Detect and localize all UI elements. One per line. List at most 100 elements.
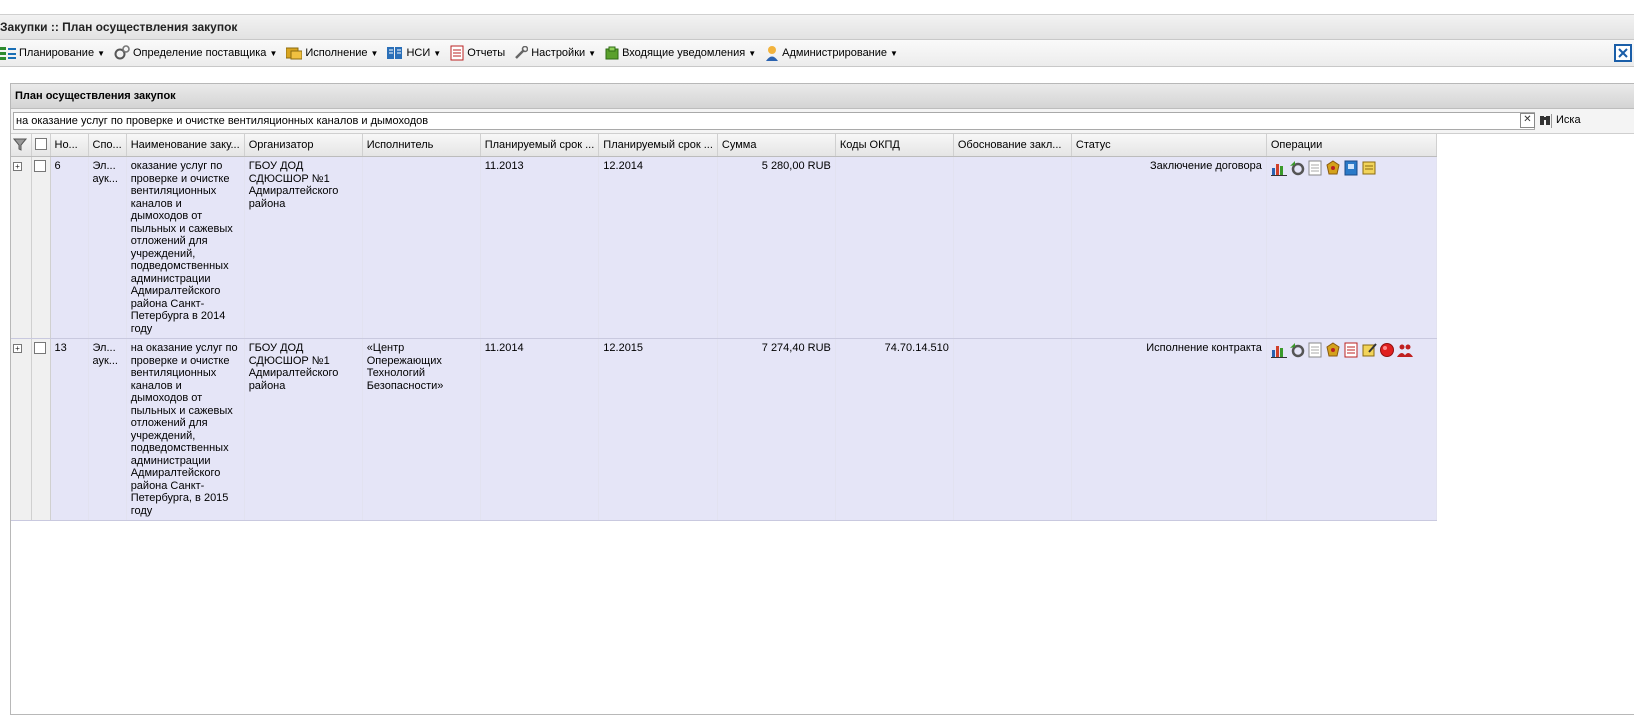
cell-status: Заключение договора xyxy=(1071,156,1267,339)
row-checkbox-cell xyxy=(31,156,51,339)
cell-number: 13 xyxy=(50,338,89,521)
caret-down-icon: ▼ xyxy=(370,48,379,58)
search-bar: ✕ Иска xyxy=(11,109,1634,134)
cell-operations xyxy=(1266,156,1437,339)
cell-planned-end: 12.2014 xyxy=(598,156,718,339)
column-header-okpd[interactable]: Коды ОКПД xyxy=(835,134,954,157)
gear-refresh-icon[interactable] xyxy=(1289,160,1305,176)
scroll-icon[interactable] xyxy=(1361,160,1377,176)
document-icon[interactable] xyxy=(1307,160,1323,176)
column-header-planned-end[interactable]: Планируемый срок ... xyxy=(598,134,718,157)
edit-scroll-icon[interactable] xyxy=(1361,342,1377,358)
search-separator xyxy=(1551,114,1552,128)
menu-label: НСИ xyxy=(406,47,431,59)
row-expander-cell: + xyxy=(11,338,32,521)
top-strip xyxy=(0,0,1634,15)
cell-name: на оказание услуг по проверке и очистке … xyxy=(126,338,245,521)
cell-name: оказание услуг по проверке и очистке вен… xyxy=(126,156,245,339)
menu-label: Определение поставщика xyxy=(133,47,267,59)
select-all-header[interactable] xyxy=(31,134,51,157)
cell-organizer: ГБОУ ДОД СДЮСШОР №1 Адмиралтейского райо… xyxy=(244,156,363,339)
table-row[interactable]: + 13 Эл... аук... на оказание услуг по п… xyxy=(11,338,1437,521)
app-title: Закупки :: План осуществления закупок xyxy=(0,15,1634,40)
cell-okpd xyxy=(835,156,954,339)
caret-down-icon: ▼ xyxy=(890,48,898,58)
cell-executor xyxy=(362,156,481,339)
inbox-icon xyxy=(605,46,619,60)
column-header-name[interactable]: Наименование заку... xyxy=(126,134,245,157)
column-header-status[interactable]: Статус xyxy=(1071,134,1267,157)
binoculars-icon[interactable] xyxy=(1540,114,1550,126)
row-checkbox-cell xyxy=(31,338,51,521)
planning-icon xyxy=(0,47,16,60)
main-menu: Планирование ▼ Определение поставщика ▼ Ис… xyxy=(0,40,1634,67)
chart-icon[interactable] xyxy=(1270,342,1287,358)
gear-refresh-icon[interactable] xyxy=(1289,342,1305,358)
book-icon[interactable] xyxy=(1343,160,1359,176)
clear-search-button[interactable]: ✕ xyxy=(1520,113,1535,128)
menu-nsi[interactable]: НСИ ▼ xyxy=(387,46,441,60)
cell-amount: 7 274,40 RUB xyxy=(717,338,836,521)
column-header-method[interactable]: Спо... xyxy=(88,134,127,157)
search-input[interactable] xyxy=(13,112,1535,130)
cell-status: Исполнение контракта xyxy=(1071,338,1267,521)
table-header-row: Но... Спо... Наименование заку... Органи… xyxy=(11,134,1437,157)
menu-settings[interactable]: Настройки ▼ xyxy=(514,46,596,60)
menu-supplier[interactable]: Определение поставщика ▼ xyxy=(114,45,277,61)
report-icon xyxy=(450,45,464,61)
column-header-executor[interactable]: Исполнитель xyxy=(362,134,481,157)
menu-label: Отчеты xyxy=(467,47,506,59)
cell-organizer: ГБОУ ДОД СДЮСШОР №1 Адмиралтейского райо… xyxy=(244,338,363,521)
select-all-checkbox[interactable] xyxy=(34,137,47,150)
column-header-organizer[interactable]: Организатор xyxy=(244,134,363,157)
menu-label: Исполнение xyxy=(305,47,368,59)
search-button[interactable]: Иска xyxy=(1556,114,1581,126)
row-checkbox[interactable] xyxy=(33,342,46,354)
cell-number: 6 xyxy=(50,156,89,339)
gears-icon xyxy=(114,45,130,60)
menu-label: Настройки xyxy=(531,47,586,59)
column-header-justification[interactable]: Обоснование закл... xyxy=(953,134,1072,157)
cell-planned-start: 11.2013 xyxy=(480,156,600,339)
filter-column-header[interactable] xyxy=(11,134,32,157)
column-header-amount[interactable]: Сумма xyxy=(717,134,836,157)
menu-label: Администрирование xyxy=(782,47,888,59)
red-circle-icon[interactable] xyxy=(1379,342,1395,358)
menu-execution[interactable]: Исполнение ▼ xyxy=(286,46,378,60)
menu-planning[interactable]: Планирование ▼ xyxy=(0,46,105,60)
help-book-icon[interactable] xyxy=(1614,44,1632,62)
cell-operations xyxy=(1266,338,1437,521)
expand-row-icon[interactable]: + xyxy=(13,344,22,353)
caret-down-icon: ▼ xyxy=(748,48,757,58)
table-row[interactable]: + 6 Эл... аук... оказание услуг по прове… xyxy=(11,156,1437,339)
report-icon[interactable] xyxy=(1343,342,1359,358)
expand-row-icon[interactable]: + xyxy=(13,162,22,171)
column-header-operations[interactable]: Операции xyxy=(1266,134,1437,157)
menu-label: Планирование xyxy=(19,47,95,59)
wrench-icon xyxy=(515,46,529,59)
menu-notifications[interactable]: Входящие уведомления ▼ xyxy=(605,46,756,60)
row-expander-cell: + xyxy=(11,156,32,339)
chart-icon[interactable] xyxy=(1270,160,1287,176)
users-icon[interactable] xyxy=(1396,342,1413,358)
column-header-planned-start[interactable]: Планируемый срок ... xyxy=(480,134,600,157)
filter-icon[interactable] xyxy=(12,137,28,151)
row-checkbox[interactable] xyxy=(33,160,46,172)
cell-method: Эл... аук... xyxy=(88,156,127,339)
cell-planned-start: 11.2014 xyxy=(480,338,600,521)
cell-justification xyxy=(953,156,1072,339)
cell-planned-end: 12.2015 xyxy=(598,338,718,521)
book-icon xyxy=(387,47,403,59)
caret-down-icon: ▼ xyxy=(269,48,278,58)
document-icon[interactable] xyxy=(1307,342,1323,358)
cell-executor: «Центр Опережающих Технологий Безопаснос… xyxy=(362,338,481,521)
caret-down-icon: ▼ xyxy=(588,48,597,58)
column-header-number[interactable]: Но... xyxy=(50,134,89,157)
menu-administration[interactable]: Администрирование ▼ xyxy=(765,45,898,61)
emblem-icon[interactable] xyxy=(1325,160,1341,176)
cell-justification xyxy=(953,338,1072,521)
emblem-icon[interactable] xyxy=(1325,342,1341,358)
user-icon xyxy=(766,46,779,61)
cell-amount: 5 280,00 RUB xyxy=(717,156,836,339)
menu-reports[interactable]: Отчеты xyxy=(450,45,505,61)
